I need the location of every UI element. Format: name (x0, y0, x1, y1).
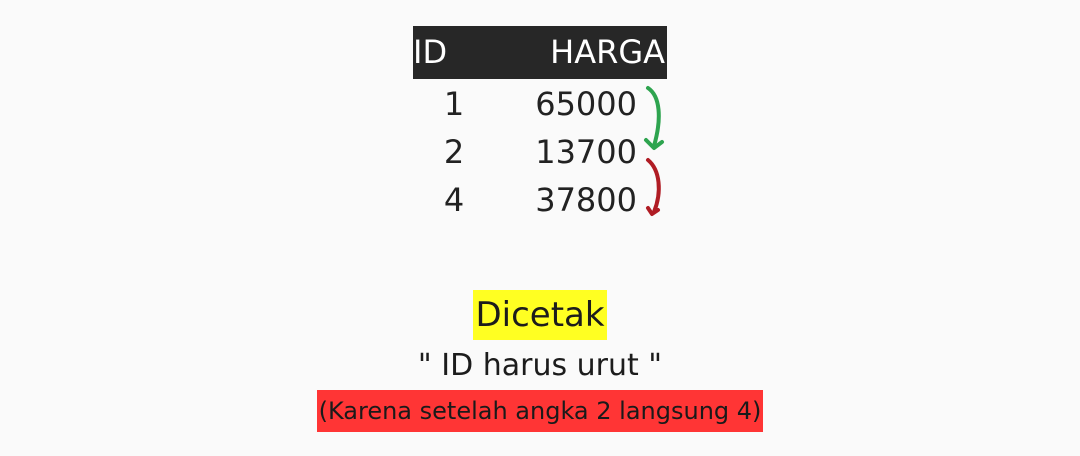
header-id: ID (413, 33, 448, 71)
cell-harga: 65000 (535, 85, 637, 123)
header-harga: HARGA (550, 33, 665, 71)
reason-text: (Karena setelah angka 2 langsung 4) (316, 390, 764, 432)
table-row: 2 13700 (413, 130, 667, 174)
red-curved-arrow-icon (646, 158, 661, 216)
cell-id: 1 (443, 85, 465, 123)
title-row: Dicetak (0, 290, 1080, 340)
reason-row: (Karena setelah angka 2 langsung 4) (0, 390, 1080, 432)
green-curved-arrow-icon (644, 86, 664, 150)
message-text: " ID harus urut " (417, 348, 663, 383)
cell-harga: 37800 (535, 181, 637, 219)
table-header: ID HARGA (413, 26, 667, 79)
cell-id: 4 (443, 181, 465, 219)
cell-harga: 13700 (535, 133, 637, 171)
table-row: 4 37800 (413, 178, 667, 222)
cell-id: 2 (443, 133, 465, 171)
title-dicetak: Dicetak (473, 290, 607, 340)
table-row: 1 65000 (413, 82, 667, 126)
page: ID HARGA 1 65000 2 13700 4 37800 Dicetak… (0, 0, 1080, 456)
